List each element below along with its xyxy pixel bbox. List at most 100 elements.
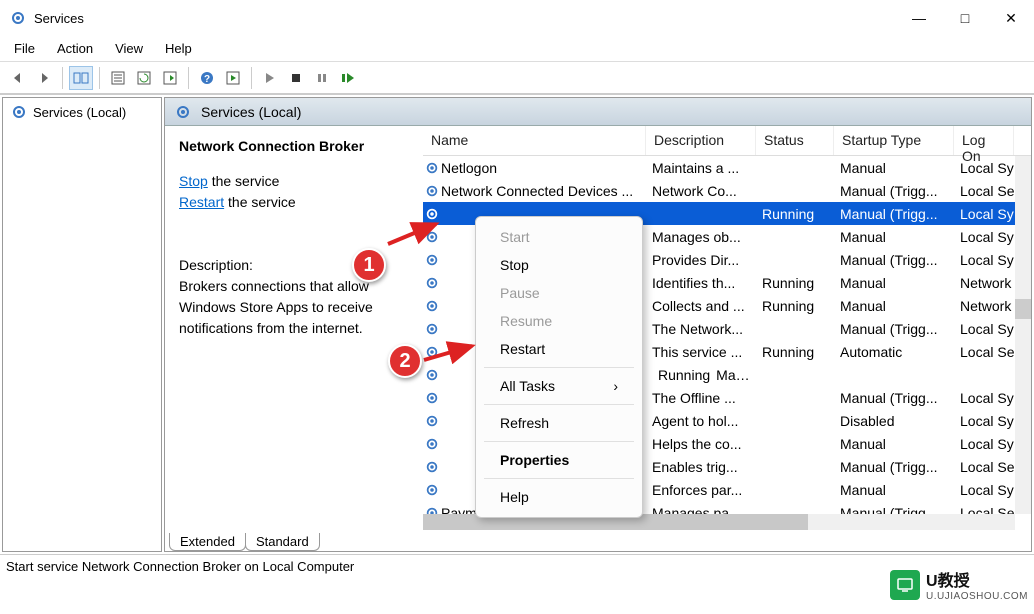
- panel-header: Services (Local): [165, 98, 1031, 126]
- column-headers[interactable]: Name Description Status Startup Type Log…: [423, 126, 1031, 156]
- show-hide-button[interactable]: [69, 66, 93, 90]
- cell-logon: Local Sy: [954, 436, 1014, 452]
- ctx-stop[interactable]: Stop: [476, 251, 642, 279]
- watermark-icon: [890, 570, 920, 600]
- service-icon: [423, 276, 441, 290]
- help-button[interactable]: ?: [195, 66, 219, 90]
- restart-button[interactable]: [336, 66, 360, 90]
- cell-startup: Automatic: [834, 344, 954, 360]
- cell-logon: Local Sy: [954, 390, 1014, 406]
- cell-description: Maintains a ...: [646, 160, 756, 176]
- cell-startup: Manual (Trigg...: [834, 183, 954, 199]
- cell-logon: Local Sy: [954, 482, 1014, 498]
- cell-description: The Offline ...: [646, 390, 756, 406]
- forward-button[interactable]: [32, 66, 56, 90]
- cell-startup: Manual: [834, 436, 954, 452]
- description-text: Brokers connections that allow Windows S…: [179, 276, 409, 339]
- toolbar: ?: [0, 62, 1034, 94]
- menu-help[interactable]: Help: [165, 41, 192, 56]
- tree-item-services[interactable]: Services (Local): [7, 102, 157, 122]
- service-icon: [423, 414, 441, 428]
- cell-status: Running: [756, 298, 834, 314]
- col-status[interactable]: Status: [756, 126, 834, 155]
- cell-name: Network Connected Devices ...: [441, 183, 646, 199]
- action-button[interactable]: [221, 66, 245, 90]
- properties-button[interactable]: [106, 66, 130, 90]
- ctx-resume: Resume: [476, 307, 642, 335]
- maximize-button[interactable]: □: [942, 0, 988, 36]
- cell-startup: Manual (Trigg...: [834, 206, 954, 222]
- menu-bar: File Action View Help: [0, 36, 1034, 62]
- minimize-button[interactable]: —: [896, 0, 942, 36]
- start-button[interactable]: [258, 66, 282, 90]
- cell-description: Collects and ...: [646, 298, 756, 314]
- cell-startup: Manual: [834, 160, 954, 176]
- col-name[interactable]: Name: [423, 126, 646, 155]
- col-startup[interactable]: Startup Type: [834, 126, 954, 155]
- cell-logon: Local Sy: [954, 321, 1014, 337]
- context-menu: Start Stop Pause Resume Restart All Task…: [475, 216, 643, 518]
- cell-status: Running: [756, 206, 834, 222]
- col-description[interactable]: Description: [646, 126, 756, 155]
- service-icon: [423, 368, 441, 382]
- table-row[interactable]: NetlogonMaintains a ...ManualLocal Sy: [423, 156, 1031, 179]
- cell-description: Enables trig...: [646, 459, 756, 475]
- cell-startup: Manual: [834, 229, 954, 245]
- cell-logon: Network: [954, 275, 1014, 291]
- service-icon: [423, 161, 441, 175]
- selected-service-title: Network Connection Broker: [179, 136, 409, 157]
- ctx-restart[interactable]: Restart: [476, 335, 642, 363]
- ctx-pause: Pause: [476, 279, 642, 307]
- menu-file[interactable]: File: [14, 41, 35, 56]
- cell-description: This service ...: [646, 344, 756, 360]
- ctx-start: Start: [476, 223, 642, 251]
- watermark: U教授 U.UJIAOSHOU.COM: [890, 567, 1028, 602]
- menu-action[interactable]: Action: [57, 41, 93, 56]
- cell-logon: Network: [954, 298, 1014, 314]
- back-button[interactable]: [6, 66, 30, 90]
- title-bar: Services — □ ✕: [0, 0, 1034, 36]
- service-icon: [423, 437, 441, 451]
- cell-startup: Disabled: [834, 413, 954, 429]
- tree-pane[interactable]: Services (Local): [2, 97, 162, 552]
- watermark-url: U.UJIAOSHOU.COM: [926, 591, 1028, 602]
- cell-logon: Local Sy: [954, 229, 1014, 245]
- pause-button[interactable]: [310, 66, 334, 90]
- ctx-properties[interactable]: Properties: [476, 446, 642, 474]
- service-icon: [423, 483, 441, 497]
- cell-startup: Manual (Trigg...: [834, 321, 954, 337]
- cell-logon: Local Sy: [954, 252, 1014, 268]
- vertical-scrollbar[interactable]: [1015, 156, 1031, 514]
- annotation-arrow-2: [422, 336, 482, 366]
- stop-button[interactable]: [284, 66, 308, 90]
- tab-extended[interactable]: Extended: [169, 533, 246, 551]
- tree-item-label: Services (Local): [33, 105, 126, 120]
- service-icon: [423, 391, 441, 405]
- ctx-refresh[interactable]: Refresh: [476, 409, 642, 437]
- stop-link[interactable]: Stop: [179, 173, 208, 189]
- table-row[interactable]: Network Connected Devices ...Network Co.…: [423, 179, 1031, 202]
- close-button[interactable]: ✕: [988, 0, 1034, 36]
- cell-logon: Local Sy: [954, 206, 1014, 222]
- service-icon: [423, 253, 441, 267]
- ctx-help[interactable]: Help: [476, 483, 642, 511]
- cell-status: Running: [756, 275, 834, 291]
- refresh-button[interactable]: [132, 66, 156, 90]
- service-icon: [423, 460, 441, 474]
- window-buttons: — □ ✕: [896, 0, 1034, 36]
- cell-description: Network Co...: [646, 183, 756, 199]
- cell-description: The Network...: [646, 321, 756, 337]
- svg-text:?: ?: [204, 74, 210, 85]
- export-button[interactable]: [158, 66, 182, 90]
- cell-status: Running: [756, 344, 834, 360]
- ctx-all-tasks[interactable]: All Tasks›: [476, 372, 642, 400]
- cell-description: Provides Dir...: [646, 252, 756, 268]
- restart-link[interactable]: Restart: [179, 194, 224, 210]
- cell-description: Manages ob...: [646, 229, 756, 245]
- cell-startup: Manual: [710, 367, 756, 383]
- menu-view[interactable]: View: [115, 41, 143, 56]
- chevron-right-icon: ›: [613, 378, 618, 394]
- cell-description: Enforces par...: [646, 482, 756, 498]
- col-logon[interactable]: Log On: [954, 126, 1014, 155]
- tab-standard[interactable]: Standard: [245, 533, 320, 551]
